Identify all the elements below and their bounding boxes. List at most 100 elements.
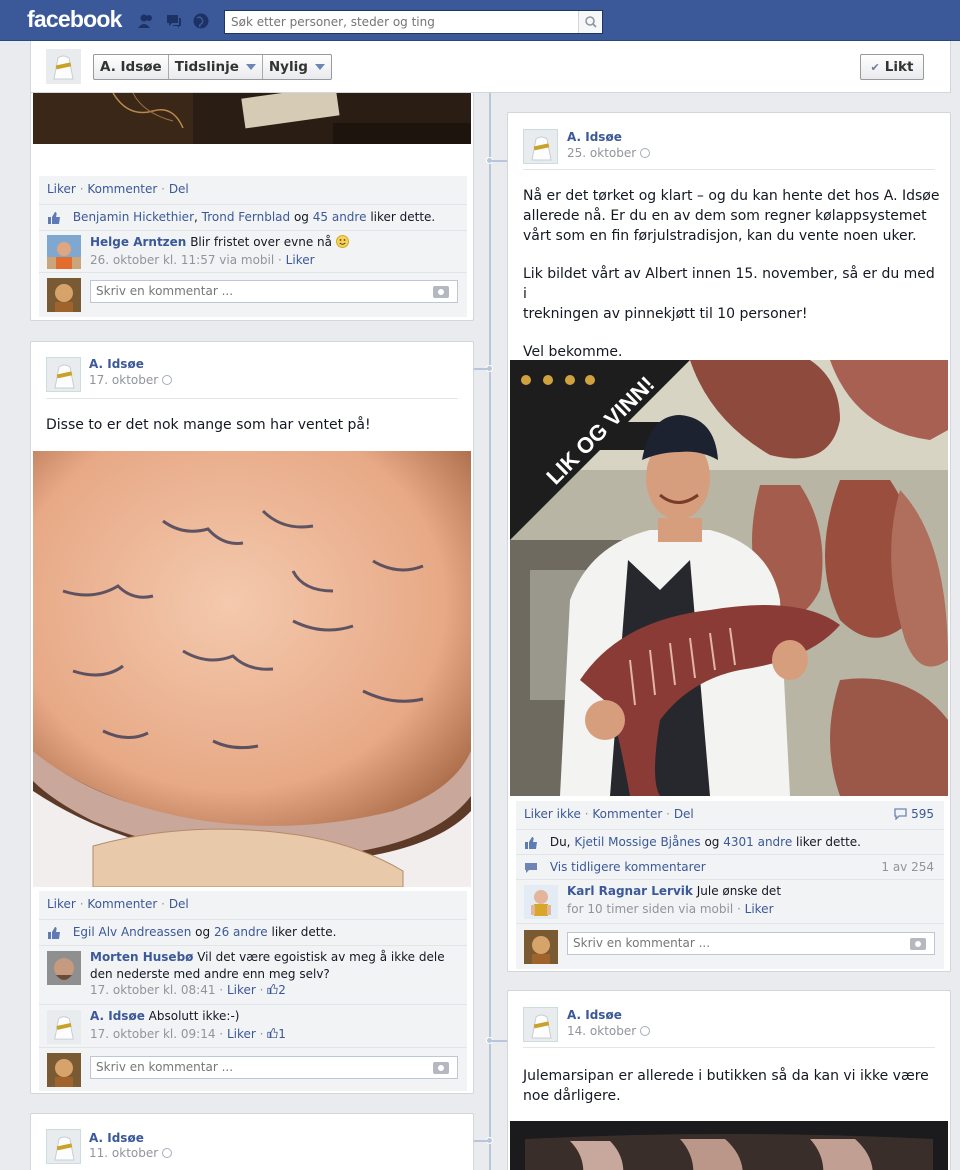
view-previous-link[interactable]: Vis tidligere kommentarer: [550, 860, 706, 874]
camera-icon[interactable]: [910, 938, 926, 950]
thumbs-up-icon: [525, 836, 537, 849]
author-avatar[interactable]: [523, 1007, 558, 1042]
comment-author[interactable]: Karl Ragnar Lervik: [567, 884, 693, 898]
comment: Karl Ragnar Lervik Jule ønske det for 10…: [516, 879, 944, 923]
thumbs-up-icon: [48, 926, 60, 939]
comment-like-link[interactable]: Liker: [227, 1027, 256, 1041]
search-button[interactable]: [578, 11, 602, 33]
unlike-link[interactable]: Liker ikke: [524, 807, 581, 821]
comment-bubble-icon: [894, 808, 907, 821]
others-link[interactable]: 26 andre: [214, 925, 268, 939]
commenter-avatar[interactable]: [47, 951, 81, 985]
comment-like-link[interactable]: Liker: [745, 902, 774, 916]
comment-input[interactable]: Skriv en kommentar ...: [567, 932, 935, 955]
comment: Helge Arntzen Blir fristet over evne nå …: [39, 230, 467, 272]
commenter-avatar[interactable]: [524, 885, 558, 919]
post-actions: Liker ikke · Kommenter · Del 595: [524, 807, 934, 821]
author-avatar[interactable]: [46, 1129, 81, 1164]
comment: A. Idsøe Absolutt ikke:-) 17. oktober kl…: [39, 1004, 467, 1047]
liker-name[interactable]: Benjamin Hickethier: [73, 210, 194, 224]
facebook-logo[interactable]: facebook: [27, 6, 122, 33]
others-link[interactable]: 45 andre: [313, 210, 367, 224]
share-link[interactable]: Del: [674, 807, 694, 821]
feedback-section: Liker ikke · Kommenter · Del 595 Du, Kje…: [516, 801, 944, 969]
comment-composer: Skriv en kommentar ...: [39, 272, 467, 317]
search-icon: [585, 16, 597, 28]
comment-timestamp[interactable]: for 10 timer siden via mobil: [567, 902, 733, 916]
thumbs-up-icon: [267, 1027, 278, 1039]
author-name[interactable]: A. Idsøe: [89, 357, 144, 371]
page-name-button[interactable]: A. Idsøe: [94, 55, 169, 79]
comment-link[interactable]: Kommenter: [592, 807, 662, 821]
timeline-dropdown[interactable]: Tidslinje: [169, 55, 263, 79]
commenter-avatar[interactable]: [47, 1010, 81, 1044]
liker-name[interactable]: Egil Alv Andreassen: [73, 925, 191, 939]
author-name[interactable]: A. Idsøe: [567, 1008, 622, 1022]
comment-like-count[interactable]: 2: [267, 983, 286, 997]
comment-timestamp[interactable]: 17. oktober kl. 09:14: [90, 1027, 215, 1041]
comment-timestamp[interactable]: 17. oktober kl. 08:41: [90, 983, 215, 997]
thumbs-up-icon: [48, 211, 60, 224]
comment-text: Vil det være egoistisk av meg å ikke del…: [197, 950, 445, 964]
post-text: Disse to er det nok mange som har ventet…: [46, 417, 371, 433]
comment-author[interactable]: A. Idsøe: [90, 1009, 145, 1023]
camera-icon[interactable]: [433, 286, 449, 298]
search-box[interactable]: [224, 10, 603, 34]
messages-icon[interactable]: [165, 12, 183, 30]
feedback-section: Liker · Kommenter · Del Egil Alv Andreas…: [39, 891, 467, 1091]
post-photo[interactable]: [510, 1121, 948, 1170]
comment-like-link[interactable]: Liker: [227, 983, 256, 997]
comment-input[interactable]: Skriv en kommentar ...: [90, 1056, 458, 1079]
share-link[interactable]: Del: [169, 897, 189, 911]
comment-count[interactable]: 595: [894, 807, 934, 821]
post-card: A. Idsøe 14. oktober Julemarsipan er all…: [507, 990, 951, 1170]
user-avatar: [47, 1053, 81, 1087]
comment-like-link[interactable]: Liker: [286, 253, 315, 267]
post-date[interactable]: 14. oktober: [567, 1024, 636, 1038]
likes-summary: Benjamin Hickethier, Trond Fernblad og 4…: [39, 204, 467, 230]
page-avatar[interactable]: [46, 49, 81, 84]
comment-author[interactable]: Morten Husebø: [90, 950, 193, 964]
blue-cheese-photo[interactable]: [33, 451, 471, 887]
author-name[interactable]: A. Idsøe: [567, 130, 622, 144]
post-photo[interactable]: [33, 93, 471, 144]
post-date[interactable]: 11. oktober: [89, 1146, 158, 1160]
like-link[interactable]: Liker: [47, 897, 76, 911]
post-actions: Liker · Kommenter · Del: [47, 897, 189, 911]
comment-link[interactable]: Kommenter: [87, 182, 157, 196]
comment-like-count[interactable]: 1: [267, 1027, 286, 1041]
search-input[interactable]: [225, 11, 575, 33]
others-link[interactable]: 4301 andre: [723, 835, 792, 849]
check-icon: ✔: [870, 60, 880, 74]
share-link[interactable]: Del: [169, 182, 189, 196]
author-name[interactable]: A. Idsøe: [89, 1131, 144, 1145]
recent-dropdown[interactable]: Nylig: [263, 55, 331, 79]
globe-icon: [640, 148, 651, 158]
comment-timestamp[interactable]: 26. oktober kl. 11:57 via mobil: [90, 253, 274, 267]
globe-icon: [162, 1148, 173, 1158]
comment-author[interactable]: Helge Arntzen: [90, 235, 186, 249]
comment-text: den nederste med andre enn meg selv?: [90, 967, 330, 981]
author-avatar[interactable]: [523, 129, 558, 164]
view-previous-comments: Vis tidligere kommentarer 1 av 254: [516, 854, 944, 879]
author-avatar[interactable]: [46, 357, 81, 392]
top-bar: facebook: [0, 0, 960, 41]
friend-requests-icon[interactable]: [137, 12, 155, 30]
liker-name[interactable]: Trond Fernblad: [202, 210, 291, 224]
post-card: Liker · Kommenter · Del Benjamin Hicketh…: [30, 93, 474, 321]
post-card: A. Idsøe 11. oktober: [30, 1113, 474, 1170]
like-link[interactable]: Liker: [47, 182, 76, 196]
liked-button[interactable]: ✔ Likt: [860, 54, 924, 80]
post-actions: Liker · Kommenter · Del: [47, 182, 189, 196]
comment-link[interactable]: Kommenter: [87, 897, 157, 911]
butcher-photo[interactable]: LIK OG VINN!: [510, 360, 948, 796]
notifications-globe-icon[interactable]: [192, 12, 210, 30]
post-date[interactable]: 17. oktober: [89, 373, 158, 387]
comment-composer: Skriv en kommentar ...: [516, 923, 944, 969]
commenter-avatar[interactable]: [47, 235, 81, 269]
liker-name[interactable]: Kjetil Mossige Bjånes: [574, 835, 700, 849]
camera-icon[interactable]: [433, 1062, 449, 1074]
post-date[interactable]: 25. oktober: [567, 146, 636, 160]
timeline-nav-bar: A. Idsøe Tidslinje Nylig ✔ Likt: [30, 41, 951, 93]
comment-input[interactable]: Skriv en kommentar ...: [90, 280, 458, 303]
